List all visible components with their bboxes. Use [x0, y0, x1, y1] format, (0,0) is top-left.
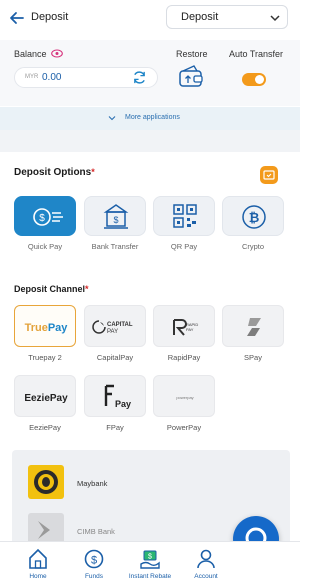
- channel-fpay[interactable]: Pay: [84, 375, 146, 417]
- truepay-logo: TruePay: [25, 322, 69, 334]
- nav-account[interactable]: Account: [176, 542, 236, 585]
- balance-label: Balance: [14, 49, 47, 59]
- page-title: Deposit: [31, 11, 69, 23]
- svg-text:powerpay: powerpay: [176, 395, 193, 400]
- bank-name[interactable]: CIMB Bank: [77, 527, 115, 536]
- svg-text:TruePay: TruePay: [25, 322, 69, 334]
- more-applications-bar[interactable]: More applications: [0, 107, 300, 130]
- svg-text:CAPITAL: CAPITAL: [107, 322, 133, 328]
- user-icon: [197, 549, 215, 569]
- restore-label: Restore: [176, 49, 208, 59]
- bank-transfer-icon: $: [103, 204, 129, 229]
- channel-rapidpay[interactable]: RAPID PAY: [153, 305, 215, 347]
- rapidpay-logo: RAPID PAY: [173, 319, 198, 336]
- svg-text:$: $: [113, 215, 118, 225]
- auto-transfer-toggle[interactable]: [242, 73, 266, 86]
- more-applications-label: More applications: [125, 114, 180, 121]
- balance-currency: MYR: [25, 74, 39, 80]
- channel-capitalpay[interactable]: CAPITAL PAY: [84, 305, 146, 347]
- channel-powerpay[interactable]: powerpay: [153, 375, 215, 417]
- channel-label: SPay: [244, 353, 262, 362]
- deposit-options-title: Deposit Options*: [14, 167, 95, 178]
- eeziepay-logo: EeziePay: [24, 393, 68, 404]
- channel-eeziepay[interactable]: EeziePay: [14, 375, 76, 417]
- deposit-type-select-value: Deposit: [181, 11, 219, 23]
- svg-text:$: $: [39, 213, 45, 224]
- wallet-restore-icon[interactable]: [178, 64, 204, 88]
- nav-instant-rebate[interactable]: $ Instant Rebate: [120, 542, 180, 585]
- maybank-tiger-icon: [34, 470, 58, 494]
- deposit-channel-title-text: Deposit Channel: [14, 284, 86, 294]
- bitcoin-icon: ₿: [242, 205, 266, 229]
- chevron-down-icon: [270, 15, 280, 22]
- maybank-logo[interactable]: [28, 465, 64, 499]
- truepay-logo-true: True: [25, 322, 48, 334]
- channel-spay[interactable]: [222, 305, 284, 347]
- qr-code-icon: [173, 204, 197, 228]
- channel-label: Truepay 2: [28, 353, 62, 362]
- bank-name[interactable]: Maybank: [77, 479, 107, 488]
- option-label: Crypto: [241, 242, 265, 251]
- section-divider: [0, 130, 300, 152]
- channel-label: FPay: [106, 423, 124, 432]
- option-label: QR Pay: [170, 242, 198, 251]
- deposit-options-title-text: Deposit Options: [14, 167, 92, 178]
- option-label: Quick Pay: [27, 242, 63, 251]
- option-crypto[interactable]: ₿: [222, 196, 284, 236]
- svg-text:₿: ₿: [249, 210, 260, 225]
- bottom-navigation: Home $ Funds $ Instant Rebate Account: [0, 541, 300, 585]
- nav-home[interactable]: Home: [8, 542, 68, 585]
- svg-text:EeziePay: EeziePay: [24, 393, 68, 404]
- back-arrow-icon[interactable]: [8, 9, 26, 27]
- home-icon: [29, 548, 47, 569]
- channel-label: EeziePay: [29, 423, 61, 432]
- auto-transfer-label: Auto Transfer: [229, 49, 284, 59]
- svg-text:PAY: PAY: [186, 327, 194, 332]
- rebate-icon: $: [140, 550, 160, 569]
- powerpay-logo: powerpay: [176, 395, 193, 400]
- option-label: Bank Transfer: [91, 242, 139, 251]
- option-bank-transfer[interactable]: $: [84, 196, 146, 236]
- balance-value: 0.00: [42, 72, 62, 83]
- toggle-knob: [255, 75, 264, 84]
- dollar-coin-icon: $: [84, 549, 104, 569]
- nav-label: Account: [194, 573, 218, 580]
- fpay-logo: Pay: [104, 384, 131, 409]
- history-icon: [263, 170, 275, 180]
- truepay-logo-pay: Pay: [48, 322, 68, 334]
- channel-label: RapidPay: [167, 353, 201, 362]
- quick-pay-icon: $: [33, 208, 63, 226]
- required-asterisk: *: [85, 284, 89, 294]
- deposit-history-button[interactable]: [260, 166, 278, 184]
- deposit-type-select[interactable]: Deposit: [166, 5, 288, 29]
- chevron-down-icon: [108, 116, 116, 121]
- capitalpay-logo: CAPITAL PAY: [92, 320, 133, 335]
- eye-icon[interactable]: [51, 49, 63, 58]
- app-header: Deposit Deposit: [0, 0, 300, 40]
- spay-logo: [247, 318, 261, 336]
- option-quick-pay[interactable]: $: [14, 196, 76, 236]
- svg-text:$: $: [148, 554, 152, 561]
- svg-text:Pay: Pay: [115, 399, 131, 409]
- nav-label: Funds: [84, 573, 104, 580]
- nav-label: Home: [29, 573, 47, 580]
- nav-label: Instant Rebate: [128, 573, 172, 580]
- channel-truepay[interactable]: TruePay: [14, 305, 76, 347]
- required-asterisk: *: [91, 167, 95, 177]
- option-qr-pay[interactable]: [153, 196, 215, 236]
- refresh-icon[interactable]: [132, 70, 147, 85]
- nav-funds[interactable]: $ Funds: [64, 542, 124, 585]
- channel-label: PowerPay: [166, 423, 202, 432]
- deposit-channel-title: Deposit Channel*: [14, 284, 89, 294]
- svg-text:$: $: [91, 555, 97, 567]
- channel-label: CapitalPay: [96, 353, 134, 362]
- svg-text:PAY: PAY: [107, 329, 118, 335]
